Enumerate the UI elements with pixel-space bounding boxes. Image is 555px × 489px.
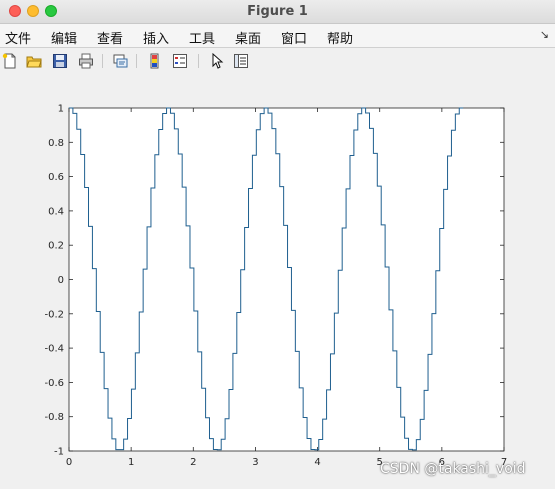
open-file-icon[interactable] [26,53,42,69]
menu-bar: 文件 编辑 查看 插入 工具 桌面 窗口 帮助 ↘ [0,24,555,48]
toolbar-separator [102,54,103,68]
x-tick-label: 4 [314,457,320,468]
menu-help[interactable]: 帮助 [327,28,353,47]
y-tick-label: 1 [58,104,64,115]
menu-overflow-icon[interactable]: ↘ [540,28,549,41]
y-tick-label: -0.6 [44,378,64,389]
x-tick-label: 2 [190,457,196,468]
edit-plot-arrow-icon[interactable] [209,53,225,69]
x-tick-label: 3 [252,457,258,468]
y-tick-label: 0.2 [48,241,64,252]
menu-tools[interactable]: 工具 [189,28,215,47]
menu-edit[interactable]: 编辑 [51,28,77,47]
menu-desktop[interactable]: 桌面 [235,28,261,47]
insert-legend-icon[interactable] [172,53,188,69]
figure-toolbar [0,48,555,75]
save-icon[interactable] [52,53,68,69]
x-tick-label: 1 [128,457,134,468]
menu-view[interactable]: 查看 [97,28,123,47]
x-tick-label: 0 [66,457,72,468]
y-tick-label: -0.8 [44,412,64,423]
new-figure-icon[interactable] [2,53,18,69]
link-plot-icon[interactable] [112,53,128,69]
watermark-text: CSDN @takashi_void [380,461,526,477]
y-tick-label: -0.2 [44,309,64,320]
toolbar-separator [136,54,137,68]
menu-file[interactable]: 文件 [5,28,31,47]
y-tick-label: 0.4 [48,206,64,217]
property-inspector-icon[interactable] [233,53,249,69]
title-bar[interactable]: Figure 1 [0,0,555,24]
window-title: Figure 1 [247,4,308,19]
axes-background [68,107,505,452]
print-icon[interactable] [78,53,94,69]
figure-window: Figure 1 文件 编辑 查看 插入 工具 桌面 窗口 帮助 ↘ 0 1 2… [0,0,555,489]
y-tick-label: -0.4 [44,344,64,355]
menu-window[interactable]: 窗口 [281,28,307,47]
y-tick-label: -1 [54,447,64,458]
y-tick-label: 0.6 [48,172,64,183]
plot-area[interactable]: 0 1 2 3 4 5 6 7-1-0.8-0.6-0.4-0.200.20.40.60.81 [0,75,555,489]
y-tick-label: 0 [58,275,64,286]
menu-insert[interactable]: 插入 [143,28,169,47]
toolbar-separator [198,54,199,68]
y-tick-label: 0.8 [48,138,64,149]
insert-colorbar-icon[interactable] [147,53,163,69]
